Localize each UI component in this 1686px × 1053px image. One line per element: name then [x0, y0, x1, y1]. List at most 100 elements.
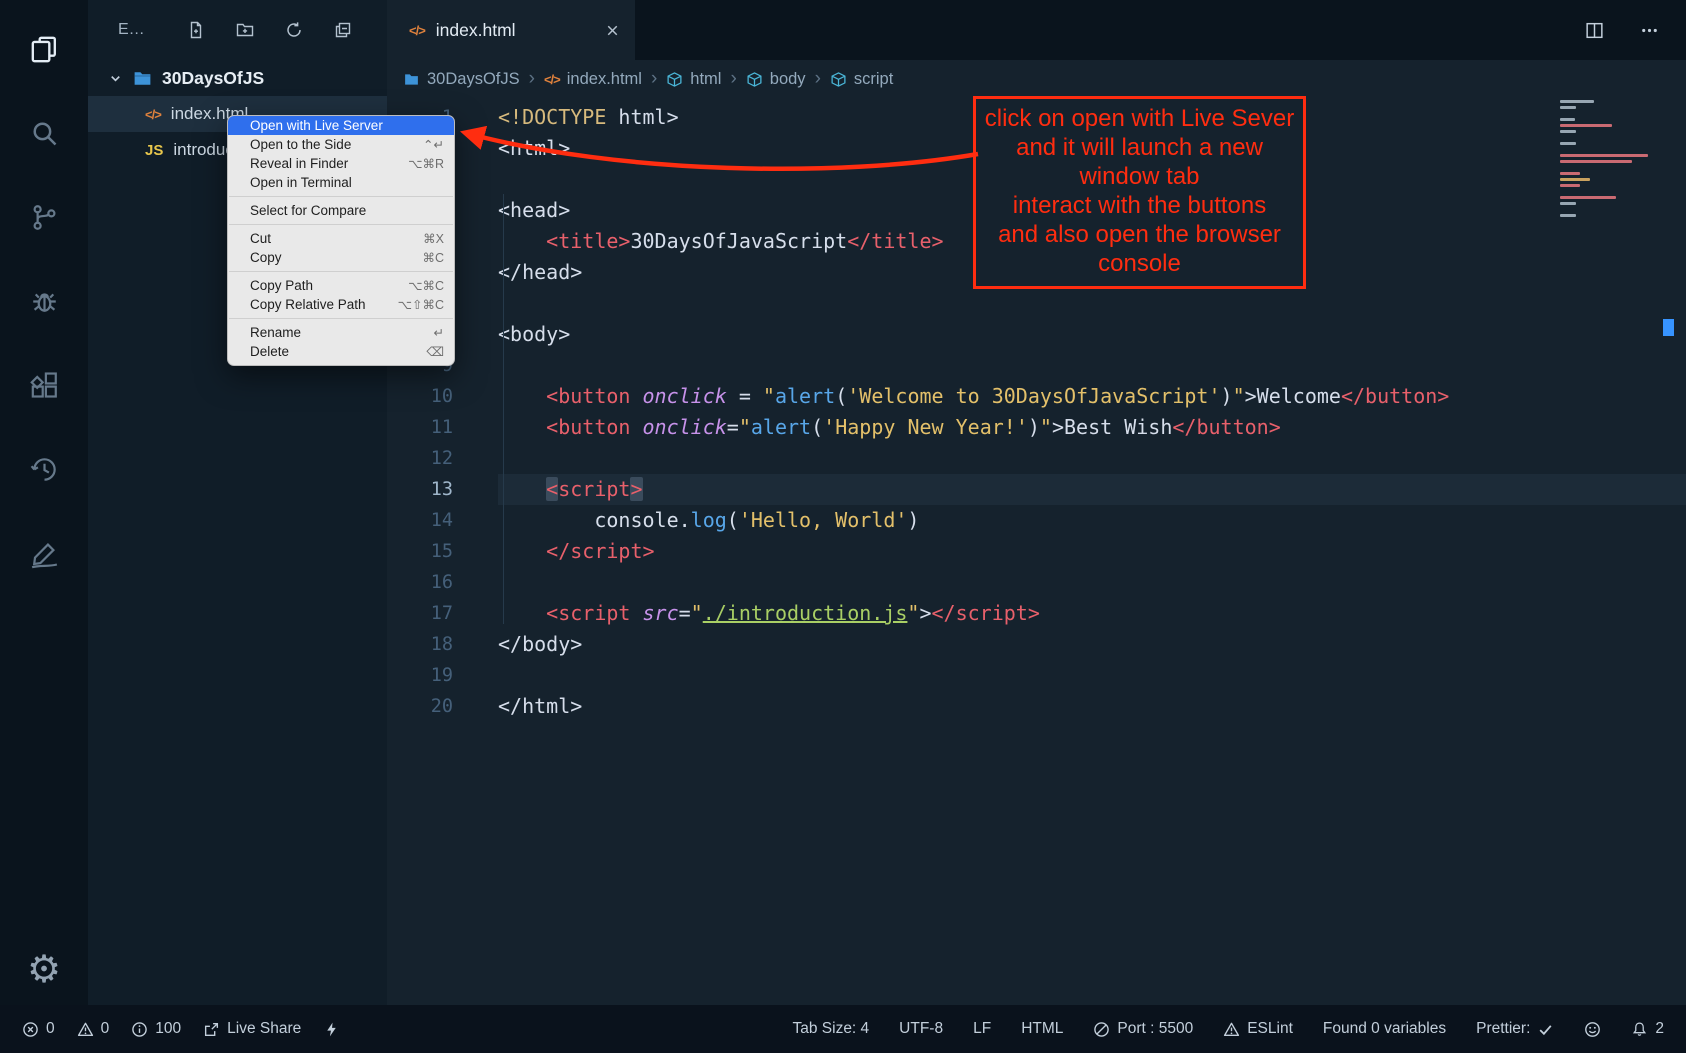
status-eslint[interactable]: ESLint: [1223, 1020, 1293, 1038]
close-icon[interactable]: [604, 22, 621, 39]
menu-item-reveal-in-finder[interactable]: Reveal in Finder⌥⌘R: [228, 154, 454, 173]
code-token: </button>: [1172, 415, 1280, 439]
code-token: alert: [751, 415, 811, 439]
code-token: <title>: [546, 229, 630, 253]
menu-item-rename[interactable]: Rename↵: [228, 323, 454, 342]
menu-separator: [229, 318, 453, 319]
menu-item-label: Copy Path: [250, 278, 313, 293]
code-token: <script: [546, 601, 642, 625]
status-warnings[interactable]: 0: [77, 1020, 110, 1038]
status-encoding[interactable]: UTF-8: [899, 1020, 943, 1038]
menu-item-delete[interactable]: Delete⌫: [228, 342, 454, 361]
split-editor-icon[interactable]: [1584, 20, 1605, 41]
tab-index-html[interactable]: </> index.html: [387, 0, 635, 60]
menu-item-cut[interactable]: Cut⌘X: [228, 229, 454, 248]
line-number: 13: [387, 474, 453, 505]
activity-run-debug[interactable]: [0, 262, 88, 346]
code-token: [498, 229, 546, 253]
warning-triangle-icon: [1223, 1021, 1240, 1038]
status-eol[interactable]: LF: [973, 1020, 991, 1038]
breadcrumb-item-index-html[interactable]: </>index.html: [544, 70, 642, 89]
code-line-15[interactable]: 15 </script>: [387, 536, 1686, 567]
status-port[interactable]: Port : 5500: [1093, 1020, 1193, 1038]
code-token: </title>: [847, 229, 943, 253]
activity-settings[interactable]: ⚙: [0, 935, 88, 1005]
status-prettier[interactable]: Prettier:: [1476, 1020, 1554, 1038]
code-token: [498, 508, 594, 532]
code-line-12[interactable]: 12: [387, 443, 1686, 474]
more-actions-icon[interactable]: [1639, 20, 1660, 41]
breadcrumb-label: 30DaysOfJS: [427, 70, 520, 89]
symbol-icon: [666, 71, 683, 88]
new-file-icon[interactable]: [186, 20, 206, 40]
status-tab-size[interactable]: Tab Size: 4: [792, 1020, 869, 1038]
history-icon: [28, 453, 61, 491]
menu-item-open-to-the-side[interactable]: Open to the Side⌃↵: [228, 135, 454, 154]
activity-explorer[interactable]: [0, 10, 88, 94]
activity-search[interactable]: [0, 94, 88, 178]
code-line-13[interactable]: 13 <script>: [387, 474, 1686, 505]
menu-item-copy[interactable]: Copy⌘C: [228, 248, 454, 267]
code-line-17[interactable]: 17 <script src="./introduction.js"></scr…: [387, 598, 1686, 629]
status-notifications[interactable]: 2: [1631, 1020, 1664, 1038]
code-line-11[interactable]: 11 <button onclick="alert('Happy New Yea…: [387, 412, 1686, 443]
breadcrumb-item-html[interactable]: html: [666, 70, 721, 89]
breadcrumb-item-body[interactable]: body: [746, 70, 806, 89]
code-line-8[interactable]: 8<body>: [387, 319, 1686, 350]
code-token: >: [630, 477, 642, 501]
status-feedback[interactable]: [1584, 1021, 1601, 1038]
refresh-icon[interactable]: [284, 20, 304, 40]
line-number: 19: [387, 660, 453, 691]
menu-item-select-for-compare[interactable]: Select for Compare: [228, 201, 454, 220]
collapse-all-icon[interactable]: [333, 20, 353, 40]
status-info[interactable]: 100: [131, 1020, 181, 1038]
code-line-16[interactable]: 16: [387, 567, 1686, 598]
code-token: ": [739, 415, 751, 439]
code-line-19[interactable]: 19: [387, 660, 1686, 691]
status-errors[interactable]: 0: [22, 1020, 55, 1038]
code-token: onclick: [643, 384, 727, 408]
code-line-9[interactable]: 9: [387, 350, 1686, 381]
annotation-line: click on open with Live Sever: [976, 104, 1303, 133]
menu-item-open-in-terminal[interactable]: Open in Terminal: [228, 173, 454, 192]
activity-extensions[interactable]: [0, 346, 88, 430]
tree-folder-30daysofjs[interactable]: 30DaysOfJS: [88, 60, 387, 96]
line-number: 16: [387, 567, 453, 598]
menu-item-copy-path[interactable]: Copy Path⌥⌘C: [228, 276, 454, 295]
code-token: <head>: [498, 198, 570, 222]
breadcrumb-item-script[interactable]: script: [830, 70, 893, 89]
menu-item-open-with-live-server[interactable]: Open with Live Server: [228, 116, 454, 135]
status-lightning[interactable]: [323, 1021, 340, 1038]
js-file-icon: JS: [145, 142, 163, 159]
annotation-line: interact with the buttons: [976, 191, 1303, 220]
status-language[interactable]: HTML: [1021, 1020, 1063, 1038]
new-folder-icon[interactable]: [235, 20, 255, 40]
status-live-share[interactable]: Live Share: [203, 1020, 301, 1038]
code-line-10[interactable]: 10 <button onclick = "alert('Welcome to …: [387, 381, 1686, 412]
code-line-14[interactable]: 14 console.log('Hello, World'): [387, 505, 1686, 536]
activity-history[interactable]: [0, 430, 88, 514]
line-number: 18: [387, 629, 453, 660]
status-label: Port : 5500: [1117, 1020, 1193, 1038]
breadcrumb-item-30daysofjs[interactable]: 30DaysOfJS: [403, 70, 520, 89]
menu-item-label: Open with Live Server: [250, 118, 383, 133]
code-token: <html>: [498, 136, 570, 160]
minimap[interactable]: [1560, 100, 1658, 220]
status-variables[interactable]: Found 0 variables: [1323, 1020, 1446, 1038]
bell-icon: [1631, 1021, 1648, 1038]
minimap-line: [1560, 124, 1612, 127]
code-line-20[interactable]: 20</html>: [387, 691, 1686, 722]
code-token: <!DOCTYPE: [498, 105, 606, 129]
menu-separator: [229, 224, 453, 225]
status-label: Found 0 variables: [1323, 1020, 1446, 1038]
code-line-content: [498, 660, 1686, 691]
code-line-18[interactable]: 18</body>: [387, 629, 1686, 660]
code-token: [498, 477, 546, 501]
activity-source-control[interactable]: [0, 178, 88, 262]
activity-edit-session[interactable]: [0, 514, 88, 598]
minimap-line: [1560, 130, 1576, 133]
menu-separator: [229, 196, 453, 197]
code-line-7[interactable]: 7: [387, 288, 1686, 319]
menu-item-copy-relative-path[interactable]: Copy Relative Path⌥⇧⌘C: [228, 295, 454, 314]
code-token: =: [727, 415, 739, 439]
